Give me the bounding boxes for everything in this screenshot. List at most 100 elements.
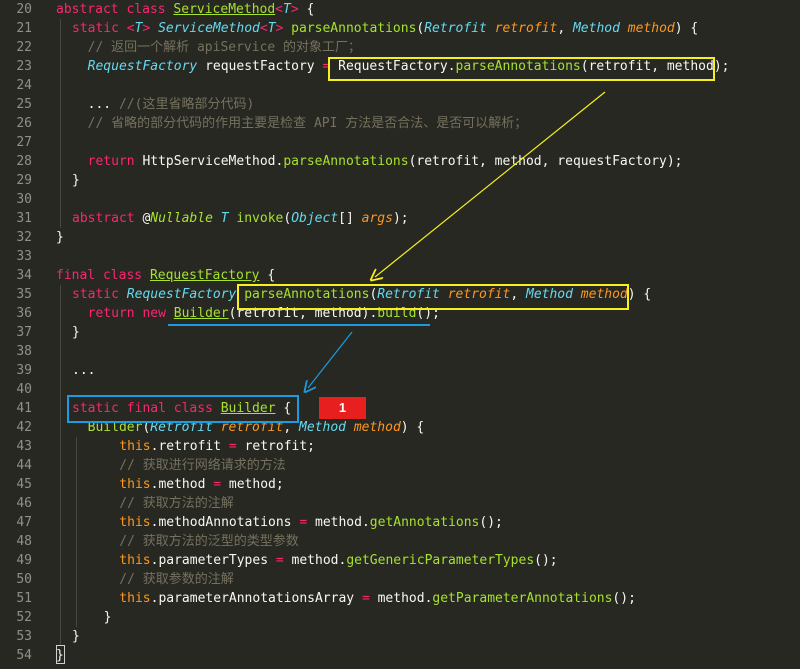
highlight-box-parse-call — [328, 57, 715, 81]
code-token: .parameterAnnotationsArray — [150, 591, 362, 606]
code-token: < — [126, 21, 135, 36]
indent-guide — [60, 380, 61, 399]
code-line[interactable]: this.parameterAnnotationsArray = method.… — [88, 589, 636, 608]
code-line[interactable]: ... //(这里省略部分代码) — [72, 95, 255, 114]
indent-guide — [60, 190, 61, 209]
code-token: { — [306, 2, 315, 17]
indent-guide — [60, 399, 61, 418]
code-token: method. — [315, 515, 370, 530]
code-token: = — [213, 477, 229, 492]
step-badge: 1 — [319, 397, 366, 419]
code-token: this — [88, 439, 151, 454]
code-token: Object — [291, 211, 339, 226]
code-token: } — [88, 610, 112, 625]
code-token: ServiceMethod — [173, 2, 276, 17]
code-line[interactable]: return HttpServiceMethod.parseAnnotation… — [72, 152, 683, 171]
code-line[interactable]: this.method = method; — [88, 475, 283, 494]
code-token: .methodAnnotations — [150, 515, 300, 530]
indent-guide — [60, 551, 61, 570]
code-token: parseAnnotations — [283, 154, 409, 169]
code-token: > — [290, 2, 307, 17]
code-token: < — [275, 2, 283, 17]
code-token: getParameterAnnotations — [432, 591, 613, 606]
code-token: (retrofit, method, requestFactory); — [408, 154, 683, 169]
code-token: RequestFactory — [149, 268, 260, 283]
indent-guide — [76, 551, 77, 570]
text-cursor — [56, 645, 65, 664]
code-line[interactable]: } — [88, 608, 112, 627]
code-token: // 返回一个解析 apiService 的对象工厂； — [72, 40, 362, 55]
code-token: invoke — [236, 211, 284, 226]
code-line[interactable]: this.retrofit = retrofit; — [88, 437, 315, 456]
indent-guide — [60, 285, 61, 304]
code-line[interactable]: this.parameterTypes = method.getGenericP… — [88, 551, 557, 570]
code-token: .retrofit — [150, 439, 229, 454]
code-line[interactable]: } — [72, 627, 80, 646]
code-line[interactable]: final class RequestFactory { — [56, 266, 275, 285]
code-token: T — [267, 21, 276, 36]
code-line[interactable]: // 返回一个解析 apiService 的对象工厂； — [72, 38, 361, 57]
indent-guide — [60, 532, 61, 551]
code-token: (); — [612, 591, 636, 606]
code-token: getAnnotations — [369, 515, 480, 530]
code-token: } — [56, 230, 64, 245]
code-token: // 获取参数的注解 — [88, 572, 234, 587]
code-line[interactable]: // 获取方法的注解 — [88, 494, 234, 513]
code-token: this — [88, 591, 151, 606]
code-token: ... — [72, 97, 119, 112]
code-token: [] — [338, 211, 362, 226]
code-line[interactable]: this.methodAnnotations = method.getAnnot… — [88, 513, 503, 532]
code-token: } — [72, 173, 80, 188]
indent-guide — [60, 57, 61, 76]
code-line[interactable]: abstract @Nullable T invoke(Object[] arg… — [72, 209, 409, 228]
code-token: class — [102, 268, 150, 283]
code-token: //(这里省略部分代码) — [118, 97, 255, 112]
code-token: Method — [299, 420, 354, 435]
indent-guide — [76, 570, 77, 589]
indent-guide — [60, 76, 61, 95]
code-line[interactable]: static <T> ServiceMethod<T> parseAnnotat… — [72, 19, 698, 38]
code-token: = — [299, 515, 315, 530]
indent-guide — [60, 456, 61, 475]
code-line[interactable]: // 省略的部分代码的作用主要是检查 API 方法是否合法、是否可以解析； — [72, 114, 528, 133]
code-token: args — [361, 211, 393, 226]
highlight-box-parse-method — [237, 284, 629, 310]
code-area[interactable]: abstract class ServiceMethod<T> {static … — [0, 0, 800, 669]
code-token: ... — [72, 363, 96, 378]
code-token: static — [72, 287, 127, 302]
code-token: = — [228, 439, 245, 454]
code-token: // 获取进行网络请求的方法 — [88, 458, 286, 473]
code-token: retrofit; — [244, 439, 316, 454]
indent-guide — [76, 513, 77, 532]
code-token: method — [627, 21, 675, 36]
code-line[interactable]: abstract class ServiceMethod<T> { — [56, 0, 314, 19]
code-line[interactable]: } — [72, 323, 80, 342]
indent-guide — [60, 589, 61, 608]
indent-guide — [76, 475, 77, 494]
code-token: = — [361, 591, 378, 606]
code-token: getGenericParameterTypes — [346, 553, 535, 568]
indent-guide — [60, 209, 61, 228]
highlight-underline-builder-call — [168, 324, 430, 326]
code-token: method — [353, 420, 401, 435]
code-token: return — [72, 154, 143, 169]
code-token: RequestFactory — [126, 287, 245, 302]
code-editor[interactable]: 20 21 22 23 24 25 26 27 28 29 30 31 32 33 34 35 36 37 38 39… — [0, 0, 800, 669]
code-token: new — [142, 306, 174, 321]
code-token: ( — [283, 211, 292, 226]
code-line[interactable]: } — [56, 228, 64, 247]
indent-guide — [60, 95, 61, 114]
code-line[interactable]: ... — [72, 361, 95, 380]
code-token: // 获取方法的注解 — [88, 496, 234, 511]
code-line[interactable]: // 获取参数的注解 — [88, 570, 234, 589]
code-line[interactable]: } — [72, 171, 80, 190]
code-token: RequestFactory — [72, 59, 206, 74]
indent-guide — [60, 627, 61, 646]
indent-guide — [60, 608, 61, 627]
code-line[interactable]: // 获取进行网络请求的方法 — [88, 456, 286, 475]
indent-guide — [60, 114, 61, 133]
code-token: Nullable — [150, 211, 221, 226]
code-token: parseAnnotations — [291, 21, 417, 36]
code-line[interactable]: // 获取方法的泛型的类型参数 — [88, 532, 299, 551]
code-token: HttpServiceMethod. — [142, 154, 284, 169]
